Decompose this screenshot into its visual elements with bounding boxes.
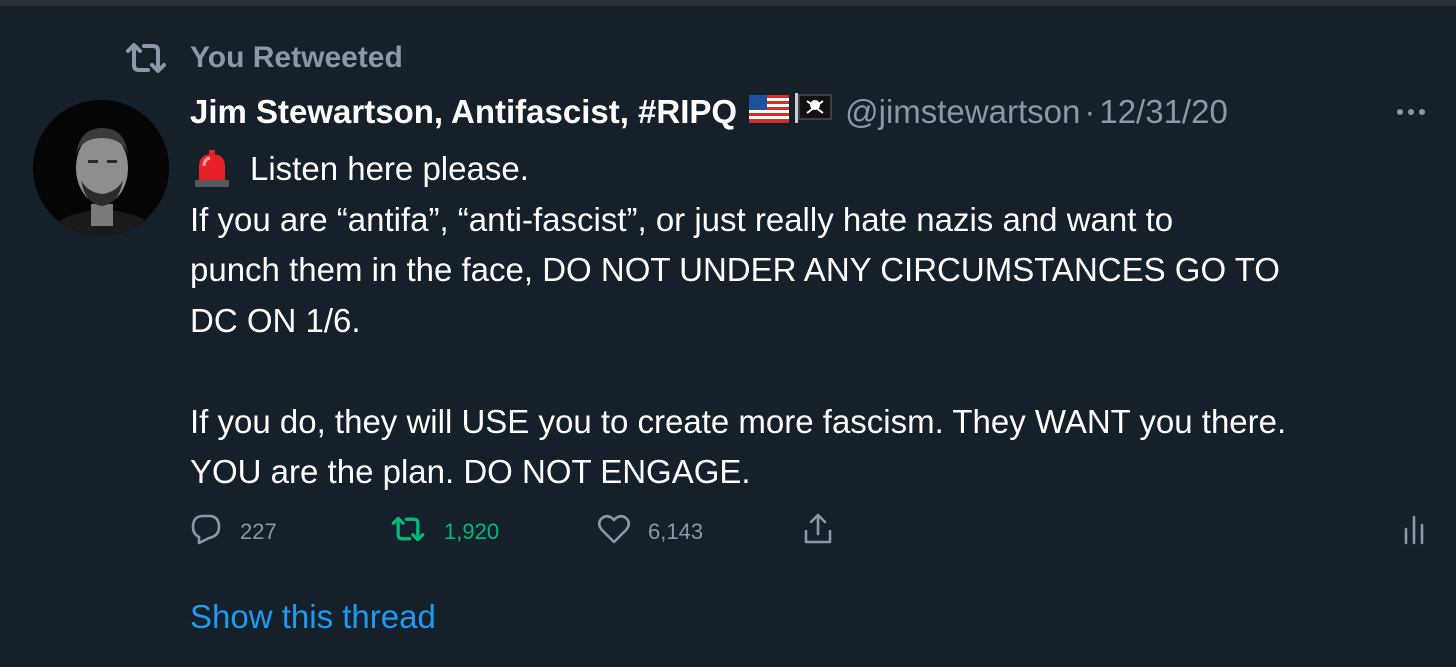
analytics-button[interactable]	[1402, 512, 1426, 552]
like-button[interactable]: 6,143	[597, 512, 704, 552]
author-display-name[interactable]: Jim Stewartson, Antifascist, #RIPQ	[190, 93, 737, 131]
tweet-line: If you do, they will USE you to create m…	[190, 402, 1287, 440]
header-separator: ·	[1084, 93, 1096, 130]
show-thread-link[interactable]: Show this thread	[190, 598, 436, 636]
reply-button[interactable]: 227	[190, 512, 277, 552]
author-handle[interactable]: @jimstewartson	[845, 93, 1080, 131]
retweet-count: 1,920	[444, 519, 500, 544]
heart-icon	[597, 514, 631, 550]
tweet-date[interactable]: 12/31/20	[1099, 93, 1227, 131]
pirate-flag-icon	[793, 93, 833, 131]
tweet-line: DC ON 1/6.	[190, 301, 361, 339]
tweet-text: Listen here please. If you are “antifa”,…	[190, 144, 1440, 498]
like-count: 6,143	[648, 519, 704, 544]
reply-icon	[190, 513, 222, 551]
analytics-icon	[1402, 513, 1426, 551]
social-context: You Retweeted	[124, 38, 403, 78]
reply-count: 227	[240, 519, 277, 544]
tweet-line: Listen here please.	[250, 150, 529, 187]
tweet-line: If you are “antifa”, “anti-fascist”, or …	[190, 200, 1174, 238]
retweet-icon	[390, 515, 426, 549]
tweet-actions: 227 1,920 6,143	[190, 512, 1430, 552]
siren-icon	[194, 150, 230, 188]
more-options-icon[interactable]	[1396, 90, 1426, 134]
retweet-icon	[124, 38, 168, 78]
retweet-button[interactable]: 1,920	[390, 512, 499, 552]
share-icon	[802, 513, 834, 551]
us-flag-icon	[749, 93, 790, 131]
tweet-line: YOU are the plan. DO NOT ENGAGE.	[190, 453, 751, 490]
share-button[interactable]	[802, 512, 834, 552]
avatar[interactable]	[33, 100, 169, 236]
social-context-label: You Retweeted	[190, 41, 403, 74]
tweet-card[interactable]: You Retweeted Jim Stewartson, Antifascis…	[0, 6, 1456, 667]
tweet-header: Jim Stewartson, Antifascist, #RIPQ @jims…	[190, 90, 1440, 134]
tweet-line: punch them in the face, DO NOT UNDER ANY…	[190, 251, 1280, 288]
